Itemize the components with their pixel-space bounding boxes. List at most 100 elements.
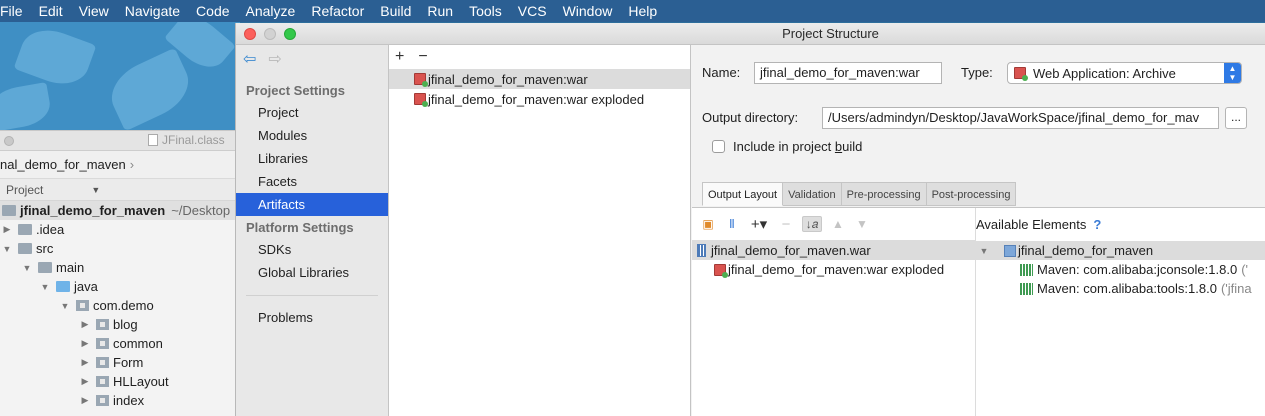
nav-history-toolbar: ⇦ ⇨ (236, 45, 388, 73)
artifact-item-war-exploded[interactable]: jfinal_demo_for_maven:war exploded (389, 89, 690, 109)
breadcrumb[interactable]: nal_demo_for_maven › (0, 151, 240, 179)
menu-analyze[interactable]: Analyze (238, 0, 304, 22)
move-down-icon[interactable]: ▼ (854, 216, 870, 232)
project-view-header[interactable]: Project ▼ (0, 179, 240, 201)
library-label: Maven: com.alibaba:jconsole:1.8.0 (1037, 262, 1238, 277)
collapse-arrow-icon[interactable]: ▼ (2, 244, 12, 254)
library-label: Maven: com.alibaba:tools:1.8.0 (1037, 281, 1217, 296)
file-tab-label: JFinal.class (162, 133, 225, 147)
menu-file[interactable]: File (0, 0, 31, 22)
include-in-build-checkbox[interactable] (712, 140, 725, 153)
war-artifact-icon (414, 73, 428, 87)
platform-settings-header: Platform Settings (246, 220, 354, 235)
folder-icon (38, 262, 52, 273)
collapse-arrow-icon[interactable]: ▼ (60, 301, 70, 311)
menu-build[interactable]: Build (372, 0, 419, 22)
project-root-row[interactable]: jfinal_demo_for_maven ~/Desktop (0, 201, 240, 220)
menu-code[interactable]: Code (188, 0, 237, 22)
sort-elements-icon[interactable]: ↓𝑎 (802, 216, 822, 232)
artifact-item-war[interactable]: jfinal_demo_for_maven:war (389, 69, 690, 89)
tree-row[interactable]: ▶ common (0, 334, 240, 353)
tree-row[interactable]: ▶ blog (0, 315, 240, 334)
file-tab[interactable]: JFinal.class (148, 133, 225, 147)
forward-arrow-icon[interactable]: ⇨ (268, 49, 281, 69)
type-select[interactable]: Web Application: Archive ▲ ▼ (1007, 62, 1242, 84)
tab-validation[interactable]: Validation (783, 182, 842, 206)
tree-row[interactable]: ▶ index (0, 391, 240, 410)
dialog-title-bar: Project Structure (236, 23, 1265, 45)
add-artifact-button[interactable]: + (395, 48, 404, 66)
collapse-arrow-icon[interactable]: ▼ (40, 282, 50, 292)
collapse-arrow-icon[interactable]: ▼ (22, 263, 32, 273)
sidebar-item-problems[interactable]: Problems (236, 306, 388, 329)
tab-pre-processing[interactable]: Pre-processing (841, 182, 927, 206)
tree-row[interactable]: ▼ src (0, 239, 240, 258)
window-close-icon[interactable] (4, 136, 14, 146)
back-arrow-icon[interactable]: ⇦ (243, 49, 256, 69)
name-field[interactable]: jfinal_demo_for_maven:war (754, 62, 942, 84)
sidebar-item-modules[interactable]: Modules (236, 124, 388, 147)
expand-arrow-icon[interactable]: ▶ (2, 224, 12, 235)
layout-root-row[interactable]: jfinal_demo_for_maven.war (692, 241, 975, 260)
folder-icon (18, 224, 32, 235)
war-artifact-icon (1014, 67, 1028, 81)
move-up-icon[interactable]: ▲ (830, 216, 846, 232)
menu-view[interactable]: View (71, 0, 117, 22)
select-stepper-icon: ▲ ▼ (1224, 63, 1241, 83)
sidebar-item-libraries[interactable]: Libraries (236, 147, 388, 170)
tree-row[interactable]: ▼ java (0, 277, 240, 296)
settings-sidebar: ⇦ ⇨ Project Settings Project Modules Lib… (236, 45, 389, 416)
menu-refactor[interactable]: Refactor (303, 0, 372, 22)
tree-row[interactable]: ▼ main (0, 258, 240, 277)
add-element-icon[interactable]: +▾ (748, 216, 770, 233)
tree-label: com.demo (93, 298, 154, 313)
remove-artifact-button[interactable]: − (418, 48, 427, 66)
available-library-row[interactable]: Maven: com.alibaba:jconsole:1.8.0 (' (976, 260, 1265, 279)
tab-post-processing[interactable]: Post-processing (926, 182, 1017, 206)
sidebar-item-sdks[interactable]: SDKs (236, 238, 388, 261)
artifacts-toolbar: + − (389, 45, 690, 69)
expand-arrow-icon[interactable]: ▶ (80, 357, 90, 368)
create-directory-icon[interactable]: ▣ (700, 216, 716, 232)
output-layout-tree: jfinal_demo_for_maven.war jfinal_demo_fo… (692, 241, 975, 416)
chevron-down-icon[interactable]: ▼ (91, 185, 100, 195)
remove-element-icon[interactable]: − (778, 216, 794, 233)
available-library-row[interactable]: Maven: com.alibaba:tools:1.8.0 ('jfina (976, 279, 1265, 298)
menu-vcs[interactable]: VCS (510, 0, 555, 22)
expand-arrow-icon[interactable]: ▶ (80, 338, 90, 349)
expand-arrow-icon[interactable]: ▶ (80, 376, 90, 387)
menu-edit[interactable]: Edit (31, 0, 71, 22)
browse-button[interactable]: ... (1225, 107, 1247, 129)
menu-run[interactable]: Run (419, 0, 461, 22)
sidebar-item-project[interactable]: Project (236, 101, 388, 124)
help-icon[interactable]: ? (1093, 217, 1101, 232)
layout-child-row[interactable]: jfinal_demo_for_maven:war exploded (692, 260, 975, 279)
layout-child-label: jfinal_demo_for_maven:war exploded (728, 262, 945, 277)
menu-window[interactable]: Window (555, 0, 621, 22)
output-directory-field[interactable]: /Users/admindyn/Desktop/JavaWorkSpace/jf… (822, 107, 1219, 129)
sidebar-divider (246, 295, 378, 296)
tree-row[interactable]: ▶ Form (0, 353, 240, 372)
sidebar-item-facets[interactable]: Facets (236, 170, 388, 193)
war-exploded-artifact-icon (714, 263, 728, 278)
expand-arrow-icon[interactable]: ▶ (80, 395, 90, 406)
available-root-row[interactable]: ▼ jfinal_demo_for_maven (976, 241, 1265, 260)
create-archive-icon[interactable]: Ⅱ (724, 216, 740, 232)
project-view-label: Project (6, 182, 44, 197)
menu-navigate[interactable]: Navigate (117, 0, 188, 22)
tab-output-layout[interactable]: Output Layout (702, 182, 784, 206)
menu-tools[interactable]: Tools (461, 0, 510, 22)
expand-arrow-icon[interactable]: ▶ (80, 319, 90, 330)
tree-row[interactable]: ▼ com.demo (0, 296, 240, 315)
include-in-build-label[interactable]: Include in project build (733, 139, 862, 154)
tree-row[interactable]: ▶ HLLayout (0, 372, 240, 391)
tree-row[interactable]: ▶ .idea (0, 220, 240, 239)
menu-help[interactable]: Help (620, 0, 665, 22)
sidebar-item-artifacts[interactable]: Artifacts (236, 193, 388, 216)
artifact-tabs: Output Layout Validation Pre-processing … (702, 182, 1017, 206)
library-detail: ('jfina (1220, 281, 1252, 296)
project-root-name: jfinal_demo_for_maven (20, 203, 166, 218)
package-icon (76, 300, 89, 311)
collapse-arrow-icon[interactable]: ▼ (977, 246, 991, 256)
sidebar-item-global-libraries[interactable]: Global Libraries (236, 261, 388, 284)
